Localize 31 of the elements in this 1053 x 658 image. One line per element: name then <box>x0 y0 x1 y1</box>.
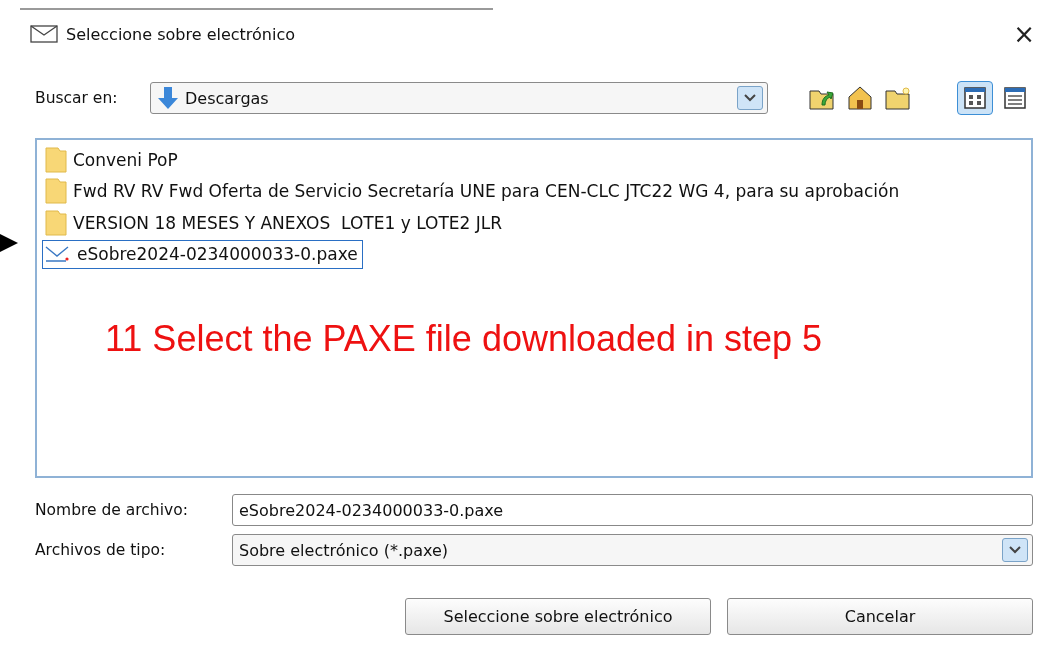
annotation-text: 11 Select the PAXE file downloaded in step 5 <box>105 318 823 360</box>
file-type-label: Archivos de tipo: <box>35 541 167 559</box>
file-item[interactable]: eSobre2024-0234000033-0.paxe <box>42 239 363 269</box>
folder-icon <box>45 209 67 236</box>
file-item[interactable]: Fwd RV RV Fwd Oferta de Servicio Secretaría UNE para CEN-CLC JTC22 WG 4, para su aprobación <box>42 176 905 206</box>
pointer-arrow-icon <box>0 234 18 252</box>
file-name-field[interactable]: eSobre2024-0234000033-0.paxe <box>232 494 1033 526</box>
home-icon[interactable] <box>846 85 874 111</box>
dropdown-button[interactable] <box>1002 538 1028 562</box>
file-name-label: Nombre de archivo: <box>35 501 189 519</box>
grid-view-icon <box>964 87 986 109</box>
dropdown-button[interactable] <box>737 86 763 110</box>
close-button[interactable]: × <box>1013 21 1035 47</box>
new-folder-icon[interactable] <box>884 85 912 111</box>
select-button[interactable]: Seleccione sobre electrónico <box>405 598 711 635</box>
chevron-down-icon <box>1009 546 1021 554</box>
list-view-icon <box>1004 87 1026 109</box>
file-item[interactable]: VERSION 18 MESES Y ANEXOS LOTE1 y LOTE2 JLR <box>42 208 508 237</box>
envelope-icon <box>45 245 71 263</box>
view-toggle-button[interactable] <box>957 81 993 115</box>
folder-icon <box>45 178 67 204</box>
look-in-label: Buscar en: <box>35 89 119 107</box>
down-arrow-icon <box>157 86 179 110</box>
file-type-dropdown[interactable]: Sobre electrónico (*.paxe) <box>232 534 1033 566</box>
file-item[interactable]: Conveni PoP <box>42 145 183 174</box>
cancel-button[interactable]: Cancelar <box>727 598 1033 635</box>
look-in-dropdown[interactable]: Descargas <box>150 82 768 114</box>
folder-icon <box>45 146 67 173</box>
window-title: Seleccione sobre electrónico <box>66 24 296 44</box>
envelope-icon <box>30 25 58 43</box>
chevron-down-icon <box>744 94 756 102</box>
